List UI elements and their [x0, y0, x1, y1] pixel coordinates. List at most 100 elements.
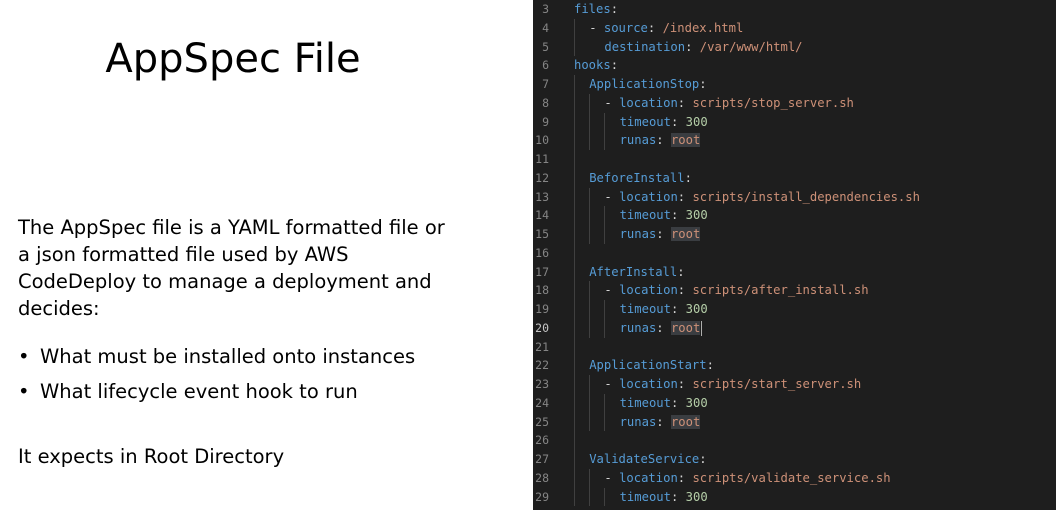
- code-token: :: [610, 2, 619, 16]
- code-token: :: [610, 58, 619, 73]
- code-text: destination: /var/www/html/: [604, 38, 802, 57]
- code-token: -: [604, 377, 620, 391]
- indent-guide: [574, 318, 575, 338]
- code-token: :: [684, 170, 692, 185]
- code-line: 9 timeout: 300: [533, 112, 1056, 132]
- code-token: root: [670, 320, 701, 335]
- code-line: 26: [533, 431, 1056, 450]
- line-number: 25: [535, 414, 549, 429]
- code-token: :: [647, 20, 663, 35]
- code-text: files:: [574, 0, 618, 19]
- indent-guide: [589, 93, 591, 113]
- code-token: -: [604, 283, 620, 298]
- indent-guide: [574, 225, 575, 244]
- code-text: timeout: 300: [620, 394, 708, 413]
- indent-guide: [574, 37, 575, 57]
- indent-guide: [589, 112, 591, 132]
- indent-guide: [574, 375, 575, 394]
- code-token: 300: [685, 302, 708, 316]
- code-token: :: [677, 377, 693, 391]
- root-directory-note: It expects in Root Directory: [18, 445, 285, 468]
- code-editor-screenshot: 3 files: 4 - source: /index.html 5 destinatio…: [533, 0, 1056, 510]
- code-token: /var/www/html/: [699, 39, 803, 54]
- code-text: - location: scripts/after_install.sh: [604, 281, 868, 300]
- indent-guide: [604, 393, 606, 413]
- code-token: 300: [685, 208, 708, 223]
- indent-guide: [574, 262, 575, 282]
- indent-guide: [589, 412, 591, 432]
- line-number: 22: [535, 358, 549, 373]
- line-number: 28: [535, 470, 549, 485]
- line-number: 20: [535, 320, 549, 335]
- indent-guide: [574, 187, 575, 207]
- indent-guide: [574, 93, 575, 113]
- code-token: timeout: [619, 489, 671, 504]
- code-line: 17 AfterInstall:: [533, 262, 1056, 282]
- indent-guide: [589, 375, 591, 394]
- code-line: 4 - source: /index.html: [533, 18, 1056, 38]
- code-text: hooks:: [574, 56, 618, 75]
- line-number: 3: [542, 2, 549, 16]
- code-token: :: [699, 452, 707, 466]
- bullet-item: What lifecycle event hook to run: [18, 374, 478, 409]
- code-text: runas: root: [620, 319, 703, 338]
- code-token: location: [619, 95, 678, 110]
- code-text: - source: /index.html: [589, 19, 743, 38]
- code-token: ApplicationStop: [589, 77, 700, 91]
- code-line: 11: [533, 150, 1056, 169]
- indent-guide: [589, 318, 591, 338]
- code-text: runas: root: [620, 131, 701, 150]
- code-line: 10 runas: root: [533, 131, 1056, 150]
- indent-guide: [589, 187, 591, 207]
- code-token: -: [589, 20, 604, 35]
- code-token: runas: [619, 133, 657, 148]
- indent-guide: [574, 75, 575, 94]
- code-token: timeout: [619, 395, 671, 410]
- code-token: scripts/install_dependencies.sh: [692, 189, 920, 204]
- indent-guide: [574, 243, 575, 263]
- indent-guide: [589, 487, 591, 507]
- code-line: 8 - location: scripts/stop_server.sh: [533, 93, 1056, 113]
- code-token: :: [699, 77, 707, 91]
- code-line: 19 timeout: 300: [533, 300, 1056, 319]
- code-line: 13 - location: scripts/install_dependenci…: [533, 187, 1056, 207]
- code-token: -: [604, 470, 620, 485]
- code-line: 29 timeout: 300: [533, 487, 1056, 507]
- code-token: :: [670, 208, 686, 223]
- code-token: :: [656, 133, 671, 148]
- indent-guide: [589, 393, 591, 413]
- line-number: 6: [542, 58, 549, 73]
- indent-guide: [574, 112, 575, 132]
- code-text: - location: scripts/validate_service.sh: [604, 469, 890, 488]
- indent-guide: [589, 300, 591, 319]
- line-number: 5: [542, 39, 549, 54]
- code-token: :: [677, 283, 693, 298]
- code-text: runas: root: [620, 225, 701, 244]
- code-text: timeout: 300: [620, 206, 708, 225]
- code-token: :: [677, 470, 693, 485]
- indent-guide: [604, 412, 606, 432]
- line-number: 14: [535, 208, 549, 223]
- indent-guide: [574, 337, 575, 357]
- indent-guide: [589, 468, 591, 488]
- line-number: 24: [535, 395, 549, 410]
- code-text: timeout: 300: [620, 488, 708, 507]
- code-line: 18 - location: scripts/after_install.sh: [533, 281, 1056, 300]
- indent-guide: [574, 412, 575, 432]
- code-text: timeout: 300: [620, 300, 708, 319]
- line-number: 13: [535, 189, 549, 204]
- code-line: 28 - location: scripts/validate_service.s…: [533, 468, 1056, 488]
- indent-guide: [574, 281, 575, 300]
- code-token: -: [604, 189, 620, 204]
- code-token: runas: [619, 320, 657, 335]
- code-token: 300: [685, 489, 708, 504]
- code-token: timeout: [619, 302, 671, 316]
- line-number: 17: [535, 264, 549, 279]
- code-line: 23 - location: scripts/start_server.sh: [533, 375, 1056, 394]
- line-number: 23: [535, 377, 549, 391]
- line-number: 18: [535, 283, 549, 298]
- line-number: 26: [535, 433, 549, 448]
- code-token: scripts/validate_service.sh: [692, 470, 891, 485]
- indent-guide: [604, 487, 606, 507]
- code-line: 7 ApplicationStop:: [533, 75, 1056, 94]
